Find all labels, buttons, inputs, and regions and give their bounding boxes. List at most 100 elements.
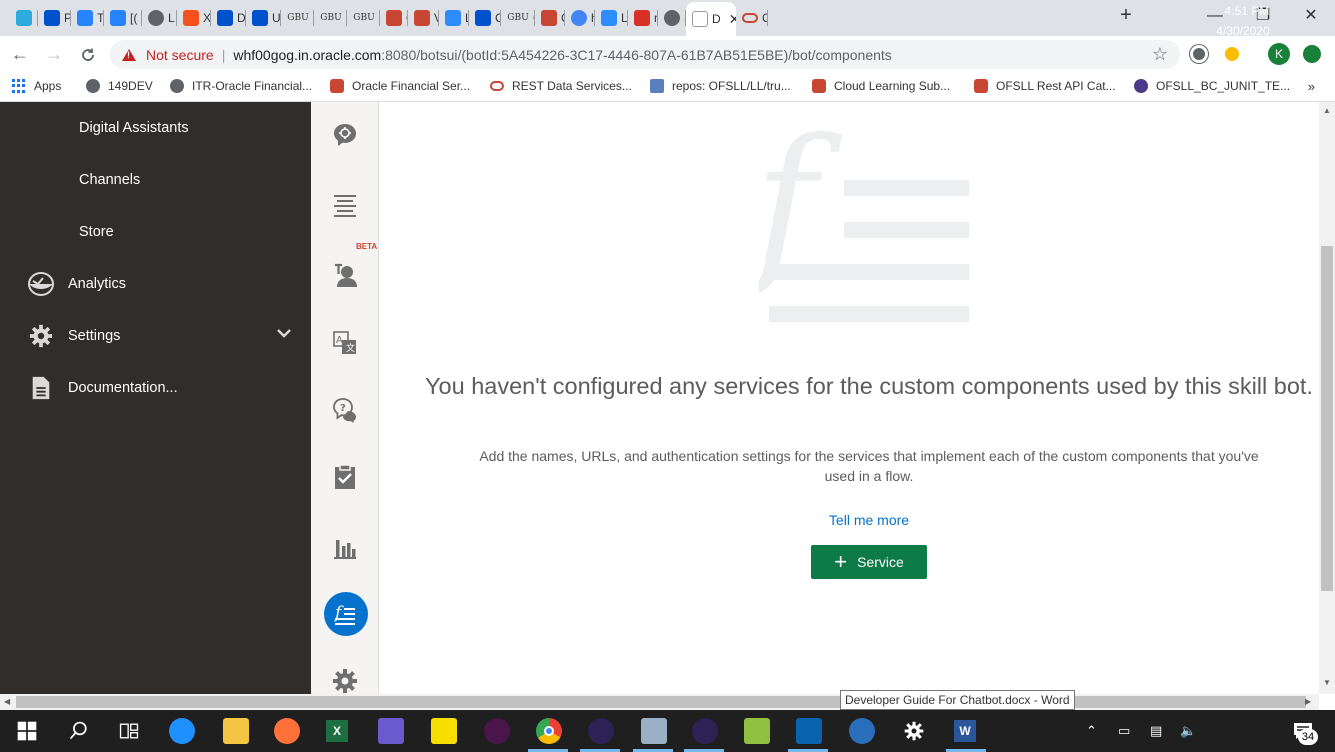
firefox-icon[interactable] [274,718,300,744]
scroll-up-icon[interactable]: ▲ [1323,106,1331,115]
notepadpp-icon[interactable] [744,718,770,744]
chevron-down-icon[interactable] [275,324,293,342]
vertical-scrollbar[interactable]: ▲ ▼ [1319,102,1335,694]
notification-count-badge: 34 [1298,729,1318,745]
forward-button[interactable]: → [42,43,66,67]
scroll-left-icon[interactable]: ◀ [4,697,10,706]
eclipse-icon[interactable] [692,718,718,744]
browser-tab[interactable]: C [380,4,408,32]
add-service-button[interactable]: + Service [811,545,927,579]
nav-item-channels[interactable]: Channels [0,154,311,206]
browser-tab[interactable]: L [595,4,628,32]
nav-item-analytics[interactable]: Analytics [0,258,311,310]
excel-icon[interactable]: X [326,720,348,742]
browser-tab[interactable]: GBUC [501,4,535,32]
extension-icon[interactable] [1303,45,1321,63]
vertical-scrollbar-thumb[interactable] [1321,246,1333,591]
file-explorer-icon[interactable] [223,718,249,744]
tell-me-more-link[interactable]: Tell me more [769,512,969,528]
bookmark-item[interactable]: REST Data Services... [490,79,632,93]
browser-tab[interactable]: C [535,4,565,32]
snipping-icon[interactable] [378,718,404,744]
browser-tab[interactable]: GBUC [281,4,314,32]
bookmarks-overflow-button[interactable]: » [1308,79,1315,94]
intents-icon[interactable] [332,122,358,148]
bookmark-item[interactable]: Oracle Financial Ser... [330,79,470,93]
nav-item-store[interactable]: Store [0,206,311,258]
bookmark-item[interactable]: Cloud Learning Sub... [812,79,950,93]
nav-item-digital-assistants[interactable]: Digital Assistants [0,102,311,154]
warning-icon [122,48,136,61]
bookmark-item[interactable]: Apps [12,79,61,93]
windows-start-icon[interactable] [14,718,40,744]
browser-tab[interactable]: C [469,4,501,32]
flows-icon[interactable] [332,262,358,288]
browser-tab[interactable]: D ✕ [686,2,736,36]
address-bar[interactable]: Not secure | whf00gog.in.oracle.com :808… [110,40,1180,69]
scroll-down-icon[interactable]: ▼ [1323,678,1331,687]
chevron-up-icon[interactable]: ⌃ [1086,723,1097,739]
horizontal-scrollbar[interactable]: ◀ ▶ [0,694,1319,710]
bookmark-item[interactable]: ITR-Oracle Financial... [170,79,312,93]
security-label[interactable]: Not secure [146,47,214,63]
settings-icon[interactable] [332,668,358,694]
scroll-right-icon[interactable]: ▶ [1305,697,1311,706]
task-view-icon[interactable] [116,718,142,744]
bookmark-item[interactable]: OFSLL_BC_JUNIT_TE... [1134,79,1290,93]
browser-tab[interactable]: h [565,4,595,32]
new-tab-button[interactable]: + [1116,5,1136,26]
outlook-icon[interactable] [796,718,822,744]
taskbar-clock-date[interactable]: 4/30/2020 [1210,24,1276,38]
taskbar-clock-time[interactable]: 4:51 PM [1222,4,1272,18]
eclipse-icon[interactable] [588,718,614,744]
resource-bundles-icon[interactable]: A文 [332,330,358,356]
bookmark-item[interactable]: repos: OFSLL/LL/tru... [650,79,791,93]
close-tab-icon[interactable]: ✕ [729,11,736,28]
browser-tab[interactable]: V [408,4,439,32]
slack-icon[interactable] [484,718,510,744]
extension-icon[interactable] [1190,45,1208,63]
components-icon[interactable]: f [332,601,358,627]
nav-item-settings[interactable]: Settings [0,310,311,362]
browser-tab[interactable]: X [177,4,211,32]
chrome-icon[interactable] [536,718,562,744]
network-icon[interactable]: ▤ [1150,723,1162,739]
browser-tab[interactable]: U [246,4,281,32]
entities-icon[interactable] [332,192,358,218]
browser-tab[interactable]: n [628,4,658,32]
app-icon[interactable] [849,718,875,744]
browser-tab[interactable]: [( [104,4,142,32]
browser-tab[interactable]: L [439,4,469,32]
browser-tab[interactable]: GBUG [314,4,347,32]
browser-tab[interactable]: D [211,4,246,32]
browser-tab[interactable]: P [38,4,71,32]
browser-tab[interactable]: T [71,4,104,32]
tester-icon[interactable] [332,464,358,490]
back-button[interactable]: ← [8,43,32,67]
insights-icon[interactable] [332,534,358,560]
gear-icon[interactable] [901,718,927,744]
search-icon[interactable] [66,718,92,744]
browser-tab[interactable]: L [142,4,177,32]
close-window-button[interactable]: ✕ [1296,4,1326,28]
browser-tab[interactable]: S [658,4,686,32]
bookmark-star-icon[interactable]: ☆ [1152,44,1168,65]
reload-button[interactable] [76,43,100,67]
bookmark-item[interactable]: OFSLL Rest API Cat... [974,79,1116,93]
bookmark-item[interactable]: 149DEV [86,79,153,93]
browser-tab[interactable]: E [10,4,38,32]
edge-icon[interactable] [169,718,195,744]
database-icon[interactable] [641,718,667,744]
quality-icon[interactable]: ? [332,397,358,423]
browser-tab[interactable]: C [736,4,768,32]
extension-icon[interactable] [1225,47,1239,61]
oracle-icon [414,10,430,26]
sticky-notes-icon[interactable] [431,718,457,744]
nav-item-documentation[interactable]: Documentation... [0,362,311,414]
volume-icon[interactable]: 🔈 [1180,723,1196,739]
battery-icon[interactable]: ▭ [1118,723,1130,739]
word-icon[interactable]: W [954,720,976,742]
profile-avatar[interactable]: K [1268,43,1290,65]
horizontal-scrollbar-thumb[interactable] [16,696,1306,708]
browser-tab[interactable]: GBUC [347,4,380,32]
